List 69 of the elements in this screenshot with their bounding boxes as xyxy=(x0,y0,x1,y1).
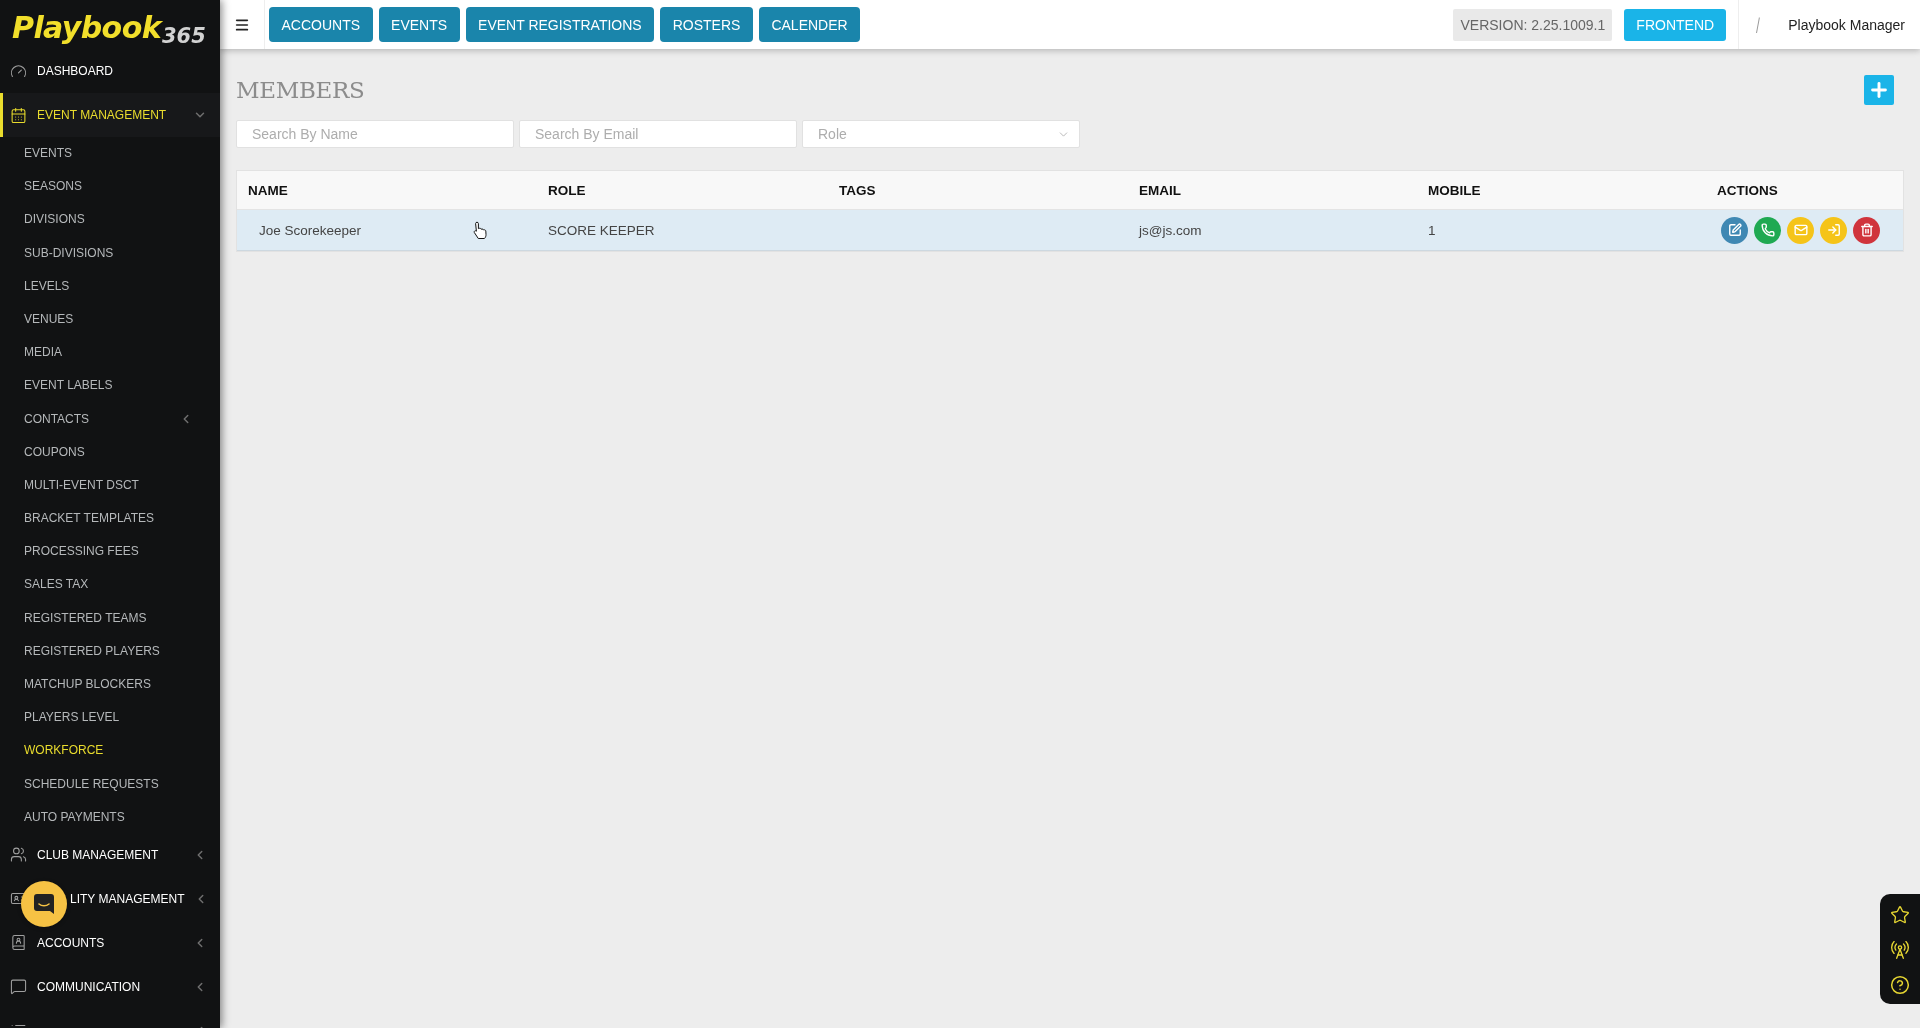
column-header[interactable]: NAME xyxy=(248,182,288,198)
hand-pointer-icon xyxy=(472,221,488,239)
nav-button[interactable]: EVENTS xyxy=(378,7,460,42)
plus-icon xyxy=(1868,79,1890,101)
trash-icon xyxy=(1859,223,1874,237)
sidebar-subitem[interactable]: DIVISIONS xyxy=(24,208,85,231)
role-select[interactable]: Role xyxy=(802,120,1080,148)
slash-icon xyxy=(1755,16,1761,33)
column-header[interactable]: ROLE xyxy=(548,182,586,198)
table-cell: js@js.com xyxy=(1139,222,1202,238)
pencil-square-icon xyxy=(1727,223,1742,237)
sidebar-subitem[interactable]: SEASONS xyxy=(24,175,83,198)
sidebar-subitem[interactable]: VENUES xyxy=(24,307,74,330)
user-name[interactable]: Playbook Manager xyxy=(1788,16,1905,33)
sidebar-subitem[interactable]: SALES TAX xyxy=(24,573,89,596)
people-icon xyxy=(10,846,27,864)
sidebar-subitem[interactable]: SCHEDULE REQUESTS xyxy=(24,772,159,795)
sidebar-subitem[interactable]: PROCESSING FEES xyxy=(24,540,139,563)
sidebar-subitem[interactable]: REGISTERED PLAYERS xyxy=(24,639,160,662)
table-row[interactable]: Joe Scorekeeper SCORE KEEPER js@js.com 1 xyxy=(237,210,1903,251)
calendar-icon xyxy=(10,106,27,124)
sidebar-item[interactable]: DASHBOARD xyxy=(0,49,220,93)
column-header[interactable]: MOBILE xyxy=(1428,182,1481,198)
column-header[interactable]: ACTIONS xyxy=(1717,182,1778,198)
table-cell: Joe Scorekeeper xyxy=(259,222,362,238)
help-icon[interactable] xyxy=(1890,975,1910,995)
sidebar-subitem[interactable]: SUB-DIVISIONS xyxy=(24,241,114,264)
add-button[interactable] xyxy=(1864,75,1894,105)
sidebar-subitem[interactable]: EVENTS xyxy=(24,142,72,164)
table-cell: 1 xyxy=(1428,222,1436,238)
search-field[interactable]: Search By Name xyxy=(236,120,514,148)
sidebar-subitem[interactable]: COUPONS xyxy=(24,440,85,463)
envelope-icon xyxy=(1793,223,1808,237)
gauge-icon xyxy=(10,62,27,80)
search-field[interactable]: Search By Email xyxy=(519,120,797,148)
edit-button[interactable] xyxy=(1721,216,1748,244)
sidebar-item[interactable]: EVENT MANAGEMENT xyxy=(0,93,220,137)
sidebar-item[interactable]: COMMUNICATION xyxy=(0,964,220,1009)
nav-button[interactable]: ROSTERS xyxy=(660,7,753,42)
sidebar-subitem[interactable]: MULTI-EVENT DSCT xyxy=(24,473,139,496)
delete-button[interactable] xyxy=(1853,216,1880,244)
sidebar-subitem[interactable]: MEDIA xyxy=(24,341,62,364)
column-header[interactable]: TAGS xyxy=(839,182,876,198)
broadcast-icon[interactable] xyxy=(1890,940,1910,960)
sidebar-item[interactable]: CLUB MANAGEMENT xyxy=(0,832,220,877)
sidebar-subitem[interactable]: WORKFORCE xyxy=(24,739,104,762)
column-header[interactable]: EMAIL xyxy=(1139,182,1181,198)
nav-button[interactable]: EVENT REGISTRATIONS xyxy=(465,7,655,42)
contact-book-icon xyxy=(10,934,27,952)
sidebar-subitem[interactable]: EVENT LABELS xyxy=(24,374,113,397)
sidebar-subitem[interactable]: AUTO PAYMENTS xyxy=(24,805,125,828)
sidebar-subitem[interactable]: PLAYERS LEVEL xyxy=(24,706,120,729)
table-cell: SCORE KEEPER xyxy=(548,222,655,238)
call-button[interactable] xyxy=(1754,216,1781,244)
star-icon[interactable] xyxy=(1890,905,1910,925)
chat-icon xyxy=(32,892,56,916)
nav-button[interactable]: ACCOUNTS xyxy=(269,7,373,42)
sign-in-icon xyxy=(1826,223,1841,237)
speech-bubble-icon xyxy=(10,978,27,996)
sidebar-subitem[interactable]: LEVELS xyxy=(24,274,70,297)
sidebar-subitem[interactable]: MATCHUP BLOCKERS xyxy=(24,673,151,695)
version-label: VERSION: 2.25.1009.1 xyxy=(1453,8,1613,41)
page-title: MEMBERS xyxy=(236,77,365,103)
sidebar-subitem[interactable]: CONTACTS xyxy=(24,407,193,430)
sidebar-item[interactable]: ACCOUNTS xyxy=(0,920,220,965)
sidebar-subitem[interactable]: BRACKET TEMPLATES xyxy=(24,507,155,530)
sidebar-subitem[interactable]: REGISTERED TEAMS xyxy=(24,606,147,629)
nav-button[interactable]: CALENDER xyxy=(758,7,861,42)
phone-icon xyxy=(1760,223,1775,237)
